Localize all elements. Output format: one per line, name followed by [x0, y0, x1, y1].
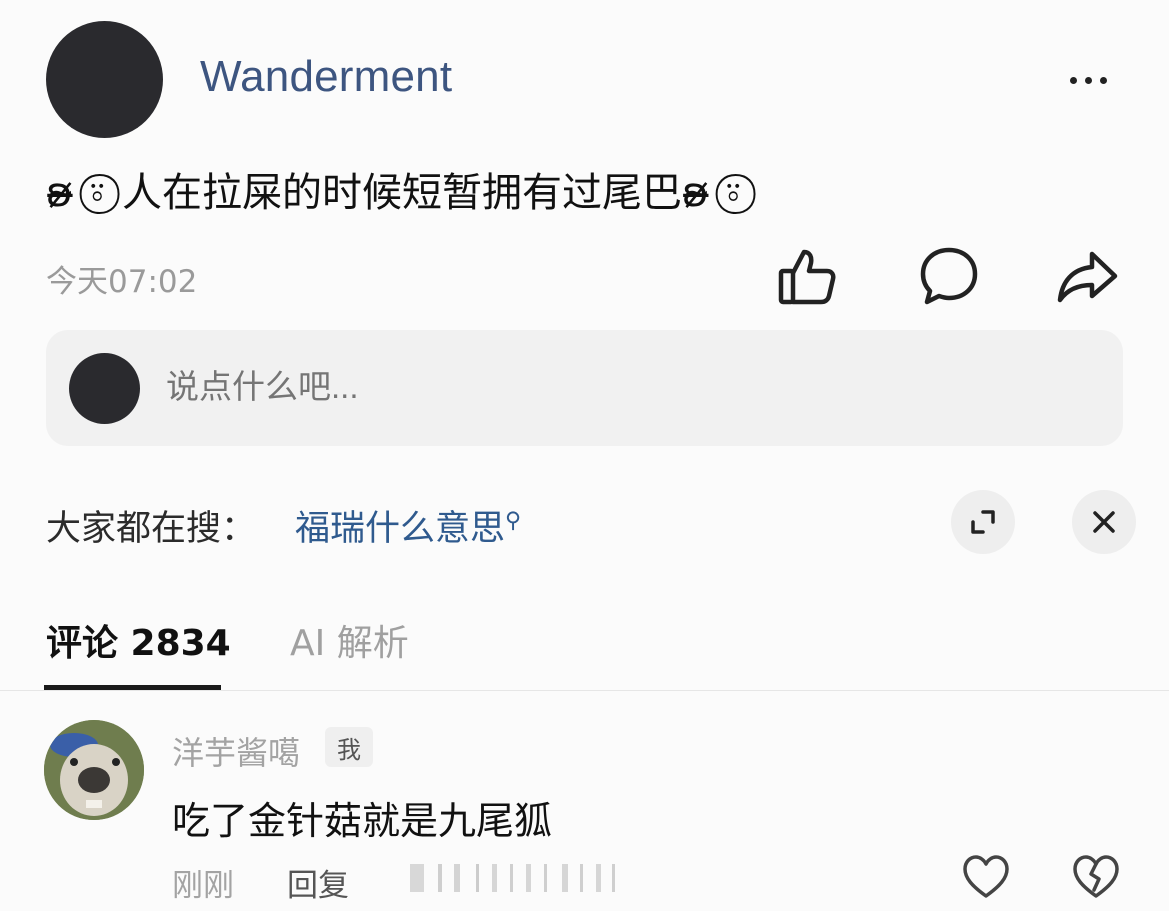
search-icon: ⚲ — [505, 508, 522, 534]
thumbs-up-icon — [778, 249, 836, 305]
more-options-button[interactable] — [1058, 60, 1118, 100]
comment-input[interactable] — [166, 368, 966, 406]
comment-input-box[interactable] — [46, 330, 1123, 446]
comment-timestamp: 刚刚 — [172, 868, 234, 904]
author-avatar[interactable] — [46, 21, 163, 138]
reply-button[interactable]: 回复 — [287, 860, 349, 905]
self-badge: 我 — [325, 727, 373, 767]
trending-search-label: 大家都在搜： — [46, 509, 257, 549]
more-dot-icon — [1069, 76, 1077, 84]
comment-button[interactable] — [914, 240, 984, 312]
tab-ai-analysis[interactable]: AI 解析 — [290, 614, 409, 666]
author-username[interactable]: Wanderment — [200, 52, 452, 102]
comment-dislike-broken-heart-icon[interactable] — [1070, 852, 1122, 902]
tab-comments[interactable]: 评论 2834 — [46, 614, 231, 666]
share-arrow-icon — [1057, 251, 1118, 303]
comment-text: 吃了金针菇就是九尾狐 — [172, 799, 553, 843]
expand-icon — [971, 510, 995, 534]
current-user-avatar — [69, 353, 140, 424]
trending-search-link[interactable]: 福瑞什么意思⚲ — [295, 500, 521, 551]
post-text: ʚ̴̶̷̷ ⍤⃝ 人在拉屎的时候短暂拥有过尾巴ʚ̴̶̷̷ ⍤⃝ — [46, 160, 745, 218]
tabs-divider — [0, 690, 1169, 691]
share-button[interactable] — [1052, 240, 1122, 312]
commenter-avatar[interactable] — [44, 720, 144, 820]
more-dot-icon — [1084, 76, 1092, 84]
trending-search-text[interactable]: 福瑞什么意思 — [295, 509, 505, 549]
more-dot-icon — [1099, 76, 1107, 84]
commenter-username[interactable]: 洋芋酱噶 — [172, 728, 300, 774]
dog-avatar-image — [44, 720, 144, 820]
close-icon — [1093, 511, 1115, 533]
comment-bubble-icon — [920, 247, 978, 305]
post-timestamp: 今天07:02 — [46, 264, 198, 300]
comment-like-heart-icon[interactable] — [960, 852, 1012, 902]
expand-button[interactable] — [951, 490, 1015, 554]
post-text-content: ʚ̴̶̷̷ ⍤⃝ 人在拉屎的时候短暂拥有过尾巴ʚ̴̶̷̷ ⍤⃝ — [46, 170, 746, 216]
like-button[interactable] — [772, 240, 842, 312]
close-search-button[interactable] — [1072, 490, 1136, 554]
blurred-barcode-graphic — [410, 864, 615, 892]
